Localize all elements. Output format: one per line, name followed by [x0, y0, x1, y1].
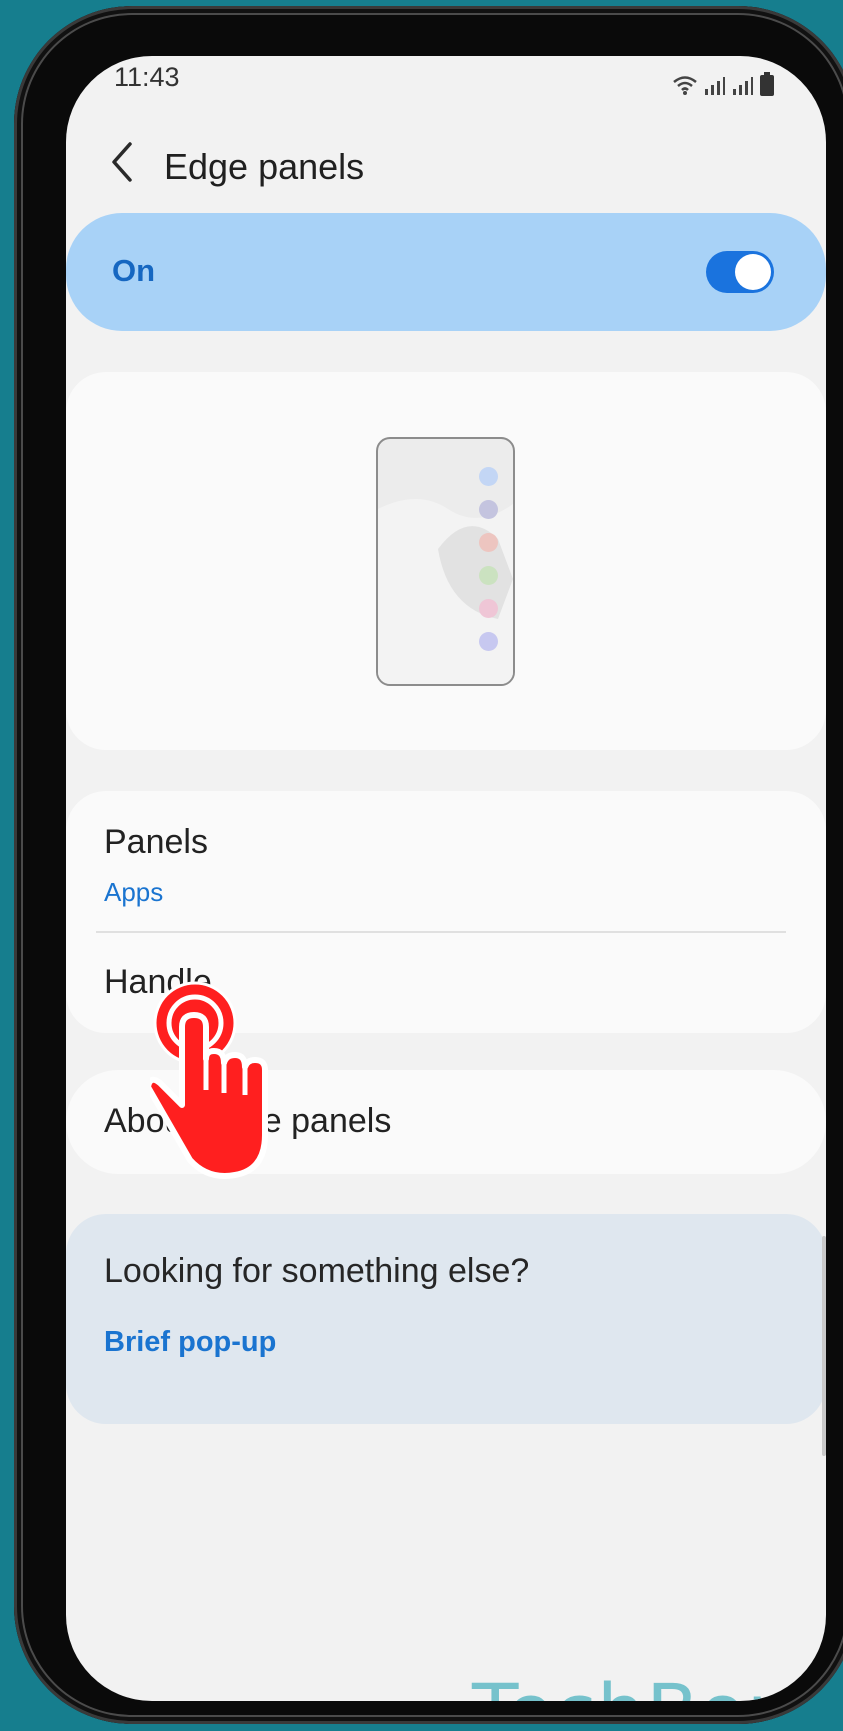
app-header: Edge panels	[66, 126, 826, 206]
phone-screen: 11:43 Edge panels On Panels Apps Handle …	[66, 56, 826, 1701]
suggestions-card: Looking for something else? Brief pop-up	[66, 1214, 826, 1424]
techbone-watermark: TechBone	[472, 1674, 826, 1702]
brief-popup-link[interactable]: Brief pop-up	[104, 1326, 276, 1359]
scrollbar[interactable]	[822, 1236, 826, 1456]
master-switch-row[interactable]: On	[66, 213, 826, 331]
tap-indicator-hand-icon	[150, 981, 268, 1179]
switch-knob	[735, 254, 771, 290]
chevron-left-icon	[112, 142, 132, 182]
master-switch[interactable]	[706, 251, 774, 293]
master-switch-label: On	[112, 253, 156, 288]
status-time: 11:43	[114, 62, 180, 92]
suggestions-heading: Looking for something else?	[104, 1252, 530, 1290]
status-bar: 11:43	[66, 56, 826, 106]
preview-dot	[479, 566, 498, 585]
wifi-icon	[673, 76, 697, 95]
panels-title: Panels	[104, 823, 208, 861]
page-title: Edge panels	[164, 146, 365, 187]
signal-icon-2	[733, 77, 753, 95]
preview-dot	[479, 533, 498, 552]
preview-phone-illustration	[376, 437, 515, 686]
panels-value: Apps	[104, 877, 164, 907]
back-button[interactable]	[104, 136, 140, 188]
phone-frame: 11:43 Edge panels On Panels Apps Handle …	[14, 6, 843, 1724]
signal-icon	[705, 77, 725, 95]
preview-dot	[479, 599, 498, 618]
status-icons	[672, 62, 774, 96]
preview-dot	[479, 632, 498, 651]
preview-dot	[479, 467, 498, 486]
battery-icon	[760, 72, 774, 96]
preview-dot	[479, 500, 498, 519]
panels-item[interactable]: Panels Apps	[66, 791, 826, 931]
edge-panel-preview	[66, 372, 826, 750]
